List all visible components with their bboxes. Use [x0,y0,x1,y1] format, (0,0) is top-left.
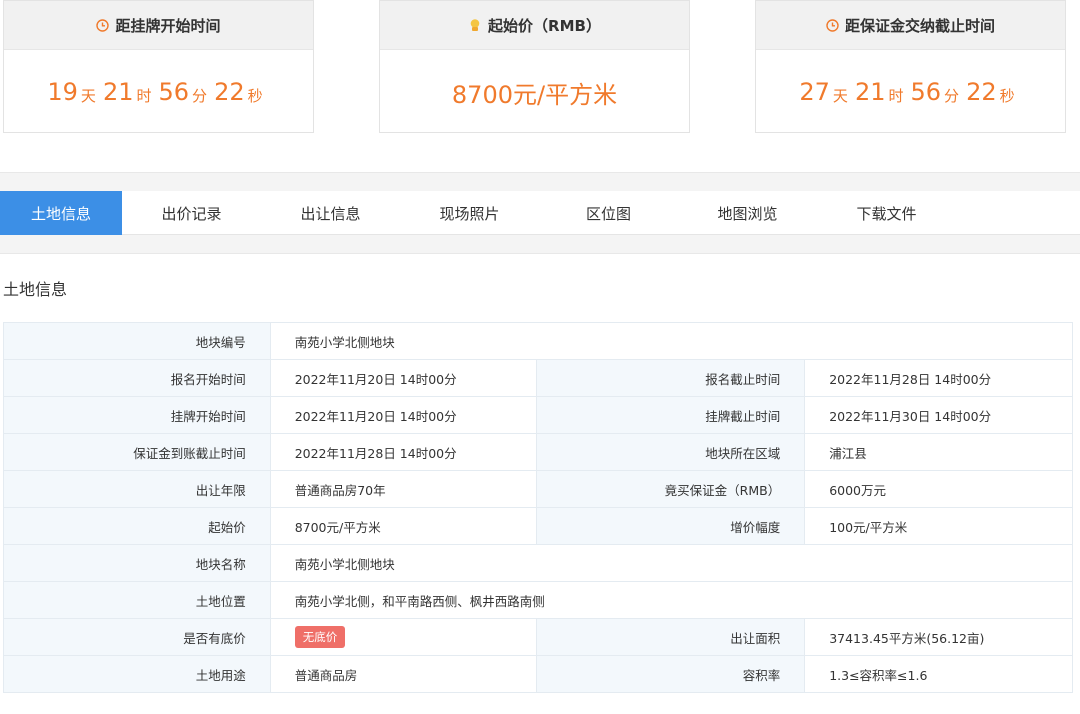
field-label: 土地用途 [3,655,271,693]
field-label: 是否有底价 [3,618,271,656]
field-value: 南苑小学北侧地块 [269,322,1074,360]
table-row: 土地位置 南苑小学北侧，和平南路西侧、枫井西路南侧 [3,581,1074,619]
clock-icon [826,18,839,32]
field-value: 南苑小学北侧，和平南路西侧、枫井西路南侧 [269,581,1074,619]
starting-price-value: 8700元/平方米 [451,80,618,109]
field-value: 2022年11月20日 14时00分 [269,359,538,397]
land-info-table: 地块编号 南苑小学北侧地块 报名开始时间 2022年11月20日 14时00分 … [3,322,1074,693]
field-value: 南苑小学北侧地块 [269,544,1074,582]
field-label: 出让面积 [536,618,806,656]
table-row: 地块编号 南苑小学北侧地块 [3,322,1074,360]
table-row: 起始价 8700元/平方米 增价幅度 100元/平方米 [3,507,1073,545]
minutes-value: 56 [158,78,190,106]
tab-transfer-info[interactable]: 出让信息 [261,191,400,235]
field-label: 增价幅度 [536,507,806,545]
field-value: 6000万元 [804,470,1073,508]
hours-unit: 时 [136,86,152,105]
field-label: 地块编号 [3,322,271,360]
card-header: 起始价（RMB） [380,1,689,50]
table-row: 是否有底价 无底价 出让面积 37413.45平方米(56.12亩) [3,618,1073,656]
card-header: 距保证金交纳截止时间 [756,1,1065,50]
field-label: 地块所在区域 [536,433,806,471]
field-value: 8700元/平方米 [269,507,538,545]
field-label: 土地位置 [3,581,271,619]
countdown: 19 天 21 时 56 分 22 秒 [4,50,313,134]
table-row: 土地用途 普通商品房 容积率 1.3≤容积率≤1.6 [3,655,1073,693]
tab-map-browse[interactable]: 地图浏览 [678,191,817,235]
countdown-card-deposit-deadline: 距保证金交纳截止时间 27 天 21 时 56 分 22 秒 [755,0,1066,133]
table-row: 挂牌开始时间 2022年11月20日 14时00分 挂牌截止时间 2022年11… [3,396,1073,434]
minutes-unit: 分 [192,86,208,105]
field-value: 浦江县 [804,433,1073,471]
table-row: 保证金到账截止时间 2022年11月28日 14时00分 地块所在区域 浦江县 [3,433,1073,471]
field-value: 37413.45平方米(56.12亩) [804,618,1073,656]
field-value: 100元/平方米 [804,507,1073,545]
hours-value: 21 [102,78,134,106]
seconds-value: 22 [214,78,245,106]
seconds-value: 22 [966,78,997,106]
field-value: 1.3≤容积率≤1.6 [804,655,1073,693]
days-unit: 天 [80,86,96,105]
tab-bid-records[interactable]: 出价记录 [122,191,261,235]
seconds-unit: 秒 [247,86,263,105]
field-value: 2022年11月20日 14时00分 [269,396,538,434]
table-row: 地块名称 南苑小学北侧地块 [3,544,1074,582]
days-value: 27 [799,78,830,106]
seconds-unit: 秒 [999,86,1015,105]
price-display: 8700元/平方米 [380,50,689,134]
field-value: 无底价 [269,618,538,656]
no-reserve-badge: 无底价 [294,626,346,648]
table-row: 出让年限 普通商品房70年 竟买保证金（RMB） 6000万元 [3,470,1073,508]
card-title: 起始价（RMB） [488,16,601,35]
countdown: 27 天 21 时 56 分 22 秒 [756,50,1065,134]
hours-unit: 时 [888,86,904,105]
section-title: 土地信息 [3,280,68,299]
card-title: 距挂牌开始时间 [115,16,221,35]
field-label: 起始价 [3,507,271,545]
field-label: 容积率 [536,655,806,693]
field-value: 2022年11月28日 14时00分 [804,359,1073,397]
tab-bar: 土地信息 出价记录 出让信息 现场照片 区位图 地图浏览 下载文件 [0,191,1080,235]
starting-price-card: 起始价（RMB） 8700元/平方米 [379,0,690,133]
tab-download-files[interactable]: 下载文件 [817,191,956,235]
tab-site-photos[interactable]: 现场照片 [400,191,539,235]
field-label: 保证金到账截止时间 [3,433,271,471]
field-label: 挂牌开始时间 [3,396,271,434]
field-value: 普通商品房 [269,655,538,693]
days-unit: 天 [832,86,848,105]
minutes-unit: 分 [944,86,960,105]
field-label: 报名开始时间 [3,359,271,397]
field-label: 出让年限 [3,470,271,508]
tab-land-info[interactable]: 土地信息 [0,191,122,235]
table-row: 报名开始时间 2022年11月20日 14时00分 报名截止时间 2022年11… [3,359,1073,397]
clock-icon [96,18,110,32]
countdown-card-listing-start: 距挂牌开始时间 19 天 21 时 56 分 22 秒 [3,0,314,133]
field-label: 报名截止时间 [536,359,806,397]
field-value: 2022年11月30日 14时00分 [804,396,1073,434]
card-title: 距保证金交纳截止时间 [844,16,995,35]
field-label: 地块名称 [3,544,271,582]
tab-location-map[interactable]: 区位图 [539,191,678,235]
field-label: 竟买保证金（RMB） [536,470,806,508]
field-value: 普通商品房70年 [269,470,538,508]
coin-icon [468,18,482,32]
card-header: 距挂牌开始时间 [4,1,313,50]
field-label: 挂牌截止时间 [536,396,806,434]
hours-value: 21 [854,78,886,106]
tab-bar-background: 土地信息 出价记录 出让信息 现场照片 区位图 地图浏览 下载文件 [0,172,1080,254]
minutes-value: 56 [910,78,942,106]
days-value: 19 [47,78,78,106]
field-value: 2022年11月28日 14时00分 [269,433,538,471]
